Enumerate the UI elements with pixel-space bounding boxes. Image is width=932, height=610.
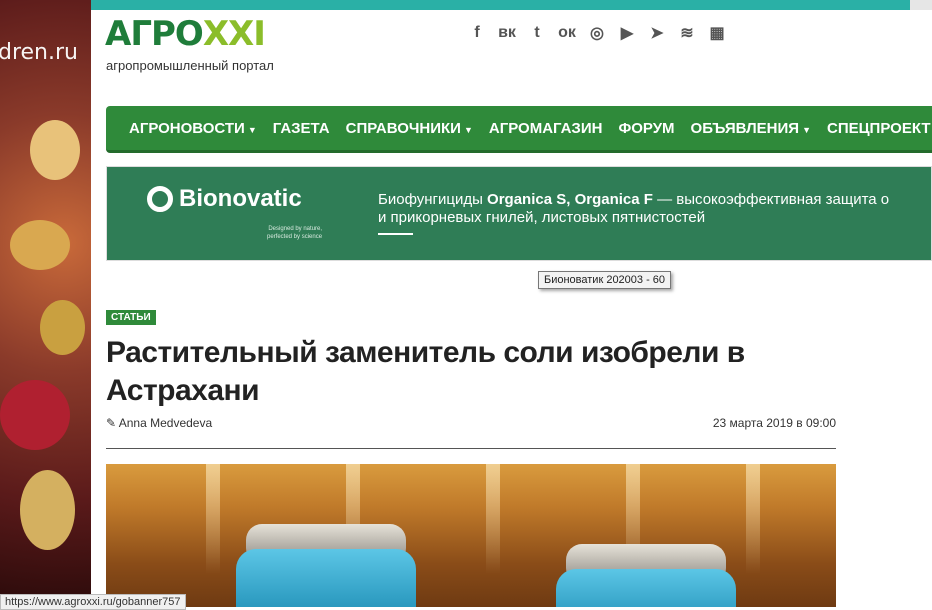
nav-item-label: АГРОНОВОСТИ <box>129 119 245 137</box>
nav-item-label: СПРАВОЧНИКИ <box>345 119 461 137</box>
slogan-line2: perfected by science <box>267 234 323 240</box>
logo-part2: XXI <box>202 14 266 54</box>
nav-item[interactable]: ГАЗЕТА <box>273 120 330 137</box>
logo-part1: АГРО <box>105 14 204 54</box>
bionovatic-slogan: Designed by nature, perfected by science <box>267 225 322 241</box>
banner-text-prefix: Биофунгициды <box>378 191 488 208</box>
nav-item[interactable]: СПРАВОЧНИКИ ▼ <box>346 120 473 137</box>
article-meta: ✎ Anna Medvedeva 23 марта 2019 в 09:00 <box>106 416 836 430</box>
bionovatic-brand: Bionovatic <box>179 185 302 212</box>
site-tagline: агропромышленный портал <box>106 58 274 73</box>
banner-tooltip: Бионоватик 202003 - 60 <box>538 271 672 289</box>
main-nav: АГРОНОВОСТИ ▼ ГАЗЕТА СПРАВОЧНИКИ ▼ АГРОМАГАЗИ… <box>106 106 932 153</box>
facebook-icon[interactable]: f <box>466 22 488 44</box>
chevron-down-icon: ▼ <box>247 124 257 135</box>
nav-item-label: ГАЗЕТА <box>272 119 330 137</box>
ad-decor <box>0 380 70 450</box>
banner-text: Биофунгициды Organica S, Organica F — вы… <box>378 191 889 227</box>
bionovatic-logo-icon <box>147 186 173 212</box>
photo-decor <box>206 464 220 574</box>
chevron-down-icon: ▼ <box>463 124 473 135</box>
bionovatic-banner[interactable]: Bionovatic Designed by nature, perfected… <box>106 166 932 261</box>
site-logo[interactable]: АГРОXXI <box>105 14 266 54</box>
top-accent-bar-end <box>910 0 932 10</box>
nav-item-label: ФОРУМ <box>618 119 675 137</box>
telegram-icon[interactable]: ➤ <box>646 22 668 44</box>
article-photo <box>106 464 836 607</box>
nav-item[interactable]: ОБЪЯВЛЕНИЯ ▼ <box>691 120 811 137</box>
nav-item-label: СПЕЦПРОЕКТ <box>826 119 931 137</box>
chevron-down-icon: ▼ <box>802 124 811 135</box>
author-name: Anna Medvedeva <box>118 416 213 430</box>
ad-decor <box>10 220 70 270</box>
instagram-icon[interactable]: ◎ <box>586 22 608 44</box>
article-title: Растительный заменитель соли изобрели в … <box>106 336 745 407</box>
category-badge[interactable]: СТАТЬИ <box>106 310 156 325</box>
photo-decor <box>486 464 500 574</box>
nav-item[interactable]: АГРОМАГАЗИН <box>489 120 603 137</box>
ad-decor <box>40 300 85 355</box>
nav-item[interactable]: АГРОНОВОСТИ ▼ <box>129 120 257 137</box>
left-side-ad[interactable]: dren.ru <box>0 0 91 607</box>
jar <box>236 549 416 607</box>
nav-item-label: ОБЪЯВЛЕНИЯ <box>690 119 800 137</box>
top-accent-bar <box>91 0 932 10</box>
bionovatic-logo: Bionovatic <box>147 185 302 213</box>
banner-text-line2: и прикорневых гнилей, листовых пятнистос… <box>378 209 706 226</box>
vk-icon[interactable]: вк <box>496 22 518 44</box>
banner-underline <box>378 233 413 235</box>
photo-decor <box>746 464 760 574</box>
rss-icon[interactable]: ≋ <box>676 22 698 44</box>
slogan-line1: Designed by nature, <box>268 226 323 232</box>
divider <box>106 448 836 449</box>
ad-decor <box>20 470 75 550</box>
edit-icon: ✎ <box>106 416 117 430</box>
ad-text: dren.ru <box>0 40 78 65</box>
jar <box>556 569 736 607</box>
twitter-icon[interactable]: t <box>526 22 548 44</box>
banner-text-bold: Organica S, Organica F <box>487 191 653 208</box>
youtube-icon[interactable]: ▶ <box>616 22 638 44</box>
grid-icon[interactable]: ▦ <box>706 22 728 44</box>
ad-decor <box>30 120 80 180</box>
banner-text-suffix: — высокоэффективная защита о <box>652 191 890 208</box>
author-block[interactable]: ✎ Anna Medvedeva <box>106 416 212 430</box>
social-links: f вк t ок ◎ ▶ ➤ ≋ ▦ <box>466 22 728 44</box>
nav-item[interactable]: ФОРУМ <box>618 120 674 137</box>
nav-item-label: АГРОМАГАЗИН <box>488 119 603 137</box>
nav-item[interactable]: СПЕЦПРОЕКТ <box>827 120 931 137</box>
article-date: 23 марта 2019 в 09:00 <box>712 416 836 430</box>
odnoklassniki-icon[interactable]: ок <box>556 22 578 44</box>
browser-status-url: https://www.agroxxi.ru/gobanner757 <box>0 594 186 610</box>
